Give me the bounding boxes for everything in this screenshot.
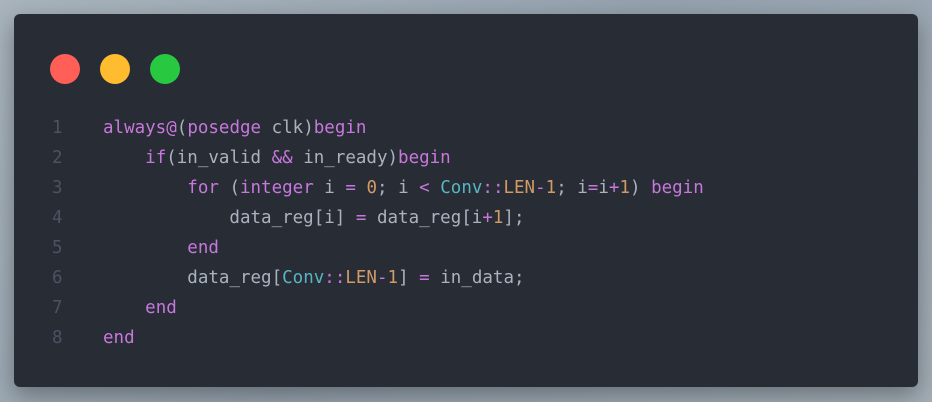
- code-line: 3 for (integer i = 0; i < Conv::LEN-1; i…: [14, 173, 918, 203]
- code-token-keyword: end: [103, 328, 135, 348]
- code-token-plain: ): [629, 178, 652, 198]
- code-line: 5 end: [14, 233, 918, 263]
- code-token-keyword: =: [587, 178, 599, 198]
- code-token-plain: ; i: [556, 178, 588, 198]
- code-token-plain: clk): [261, 118, 314, 138]
- line-number: 4: [52, 208, 63, 228]
- code-token-keyword: &&: [271, 148, 293, 168]
- code-token-const: LEN: [345, 268, 377, 288]
- code-token-type: Conv: [282, 268, 325, 288]
- line-number: 5: [52, 238, 63, 258]
- code-token-plain: data_reg[: [103, 268, 283, 288]
- line-number: 7: [52, 298, 63, 318]
- code-token-keyword: posedge: [187, 118, 262, 138]
- code-token-plain: ; i: [377, 178, 420, 198]
- code-block: 1 always@(posedge clk)begin 2 if(in_valid …: [14, 113, 918, 353]
- code-token-plain: in_ready): [292, 148, 399, 168]
- code-token-plain: (: [176, 118, 188, 138]
- code-token-plain: i: [598, 178, 609, 198]
- code-token-keyword: for: [187, 178, 219, 198]
- code-line: 7 end: [14, 293, 918, 323]
- code-token-keyword: integer: [239, 178, 314, 198]
- code-line: 4 data_reg[i] = data_reg[i+1];: [14, 203, 918, 233]
- code-line: 1 always@(posedge clk)begin: [14, 113, 918, 143]
- code-token-number: 1: [387, 268, 399, 288]
- code-text: data_reg[Conv::LEN-1] = in_data;: [103, 263, 525, 293]
- code-window: 1 always@(posedge clk)begin 2 if(in_valid …: [14, 14, 918, 387]
- code-token-keyword: <: [419, 178, 430, 198]
- code-line: 2 if(in_valid && in_ready)begin: [14, 143, 918, 173]
- code-token-plain: data_reg[i]: [103, 208, 356, 228]
- code-text: end: [103, 293, 177, 323]
- code-text: data_reg[i] = data_reg[i+1];: [103, 203, 525, 233]
- minimize-window-dot-icon[interactable]: [100, 54, 130, 84]
- code-token-number: 1: [545, 178, 557, 198]
- code-token-keyword: -: [535, 178, 546, 198]
- code-line: 8 end: [14, 323, 918, 353]
- code-token-keyword: begin: [313, 118, 367, 138]
- code-text: end: [103, 233, 219, 263]
- line-number: 8: [52, 328, 63, 348]
- code-token-type: Conv: [440, 178, 483, 198]
- code-text: end: [103, 323, 135, 353]
- code-token-keyword: =: [419, 268, 430, 288]
- code-token-keyword: end: [145, 298, 177, 318]
- code-token-keyword: end: [187, 238, 219, 258]
- code-token-keyword: ::: [482, 178, 504, 198]
- code-token-keyword: always@: [103, 118, 177, 138]
- code-token-plain: data_reg[i: [366, 208, 483, 228]
- code-token-keyword: =: [355, 208, 367, 228]
- line-number: 2: [52, 148, 63, 168]
- code-token-number: 0: [366, 178, 377, 198]
- code-token-plain: (: [218, 178, 240, 198]
- code-token-keyword: -: [376, 268, 388, 288]
- code-token-const: LEN: [503, 178, 536, 198]
- code-token-number: 1: [619, 178, 630, 198]
- code-token-keyword: +: [482, 208, 493, 228]
- close-window-dot-icon[interactable]: [50, 54, 80, 84]
- code-text: always@(posedge clk)begin: [103, 113, 366, 143]
- code-token-plain: i: [313, 178, 346, 198]
- code-token-plain: ];: [503, 208, 525, 228]
- code-text: if(in_valid && in_ready)begin: [103, 143, 451, 173]
- code-token-keyword: begin: [398, 148, 451, 168]
- code-token-number: 1: [492, 208, 504, 228]
- code-token-keyword: =: [345, 178, 356, 198]
- code-token-keyword: +: [608, 178, 620, 198]
- line-number: 1: [52, 118, 63, 138]
- line-number: 6: [52, 268, 63, 288]
- code-token-plain: in_data;: [429, 268, 525, 288]
- maximize-window-dot-icon[interactable]: [150, 54, 180, 84]
- code-token-plain: ]: [398, 268, 420, 288]
- code-line: 6 data_reg[Conv::LEN-1] = in_data;: [14, 263, 918, 293]
- code-token-plain: (in_valid: [166, 148, 272, 168]
- line-number: 3: [52, 178, 63, 198]
- code-token-keyword: if: [145, 148, 167, 168]
- code-text: for (integer i = 0; i < Conv::LEN-1; i=i…: [103, 173, 704, 203]
- code-token-keyword: begin: [651, 178, 704, 198]
- code-token-keyword: ::: [324, 268, 346, 288]
